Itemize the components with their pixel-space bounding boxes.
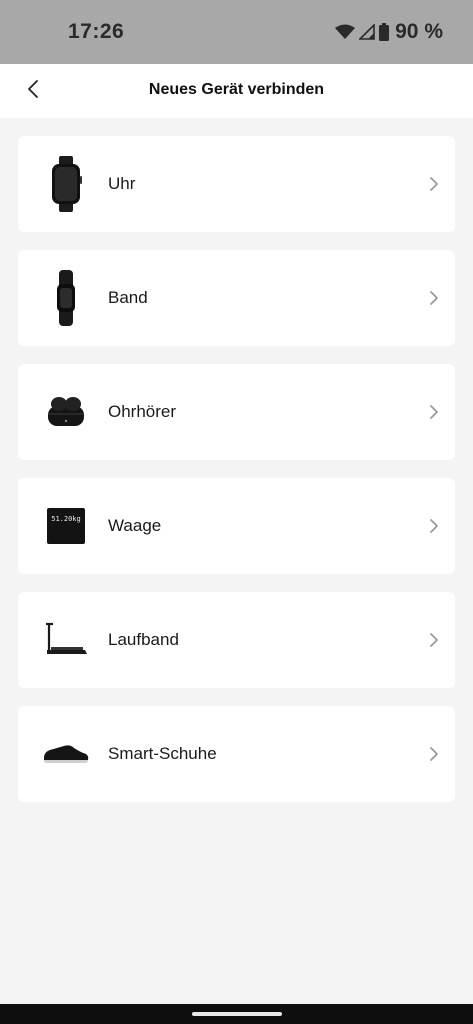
battery-percentage: 90 % bbox=[395, 20, 443, 43]
page-title: Neues Gerät verbinden bbox=[148, 81, 325, 98]
shoe-icon bbox=[40, 720, 92, 788]
treadmill-icon bbox=[40, 606, 92, 674]
app-header: Neues Gerät verbinden bbox=[0, 64, 473, 118]
device-label: Ohrhörer bbox=[108, 402, 177, 421]
watch-icon bbox=[40, 150, 92, 218]
device-label: Laufband bbox=[108, 630, 179, 649]
scale-display-text: 51.20kg bbox=[51, 515, 81, 523]
fitness-band-icon bbox=[40, 264, 92, 332]
status-bar: 17:26 90 % bbox=[0, 0, 473, 64]
device-item-watch[interactable]: Uhr bbox=[18, 136, 455, 232]
chevron-right-icon bbox=[429, 176, 439, 192]
earbuds-icon bbox=[40, 378, 92, 446]
navigation-bar bbox=[0, 1004, 473, 1024]
chevron-right-icon bbox=[429, 404, 439, 420]
device-item-treadmill[interactable]: Laufband bbox=[18, 592, 455, 688]
device-label: Waage bbox=[108, 516, 162, 535]
device-label: Smart-Schuhe bbox=[108, 744, 217, 763]
device-label: Band bbox=[108, 288, 148, 307]
scale-icon: 51.20kg bbox=[40, 492, 92, 560]
status-icons: 90 % bbox=[335, 19, 443, 45]
status-time: 17:26 bbox=[68, 20, 125, 43]
chevron-right-icon bbox=[429, 746, 439, 762]
battery-icon bbox=[379, 23, 390, 41]
signal-icon bbox=[359, 24, 375, 40]
device-item-earbuds[interactable]: Ohrhörer bbox=[18, 364, 455, 460]
chevron-right-icon bbox=[429, 290, 439, 306]
chevron-right-icon bbox=[429, 518, 439, 534]
chevron-right-icon bbox=[429, 632, 439, 648]
home-indicator[interactable] bbox=[192, 1012, 282, 1016]
device-type-list: Uhr Band Ohrhörer 51.20kg Waage Laufband… bbox=[18, 136, 455, 820]
device-item-shoes[interactable]: Smart-Schuhe bbox=[18, 706, 455, 802]
device-item-band[interactable]: Band bbox=[18, 250, 455, 346]
device-item-scale[interactable]: 51.20kg Waage bbox=[18, 478, 455, 574]
wifi-icon bbox=[335, 24, 356, 40]
device-label: Uhr bbox=[108, 174, 136, 193]
